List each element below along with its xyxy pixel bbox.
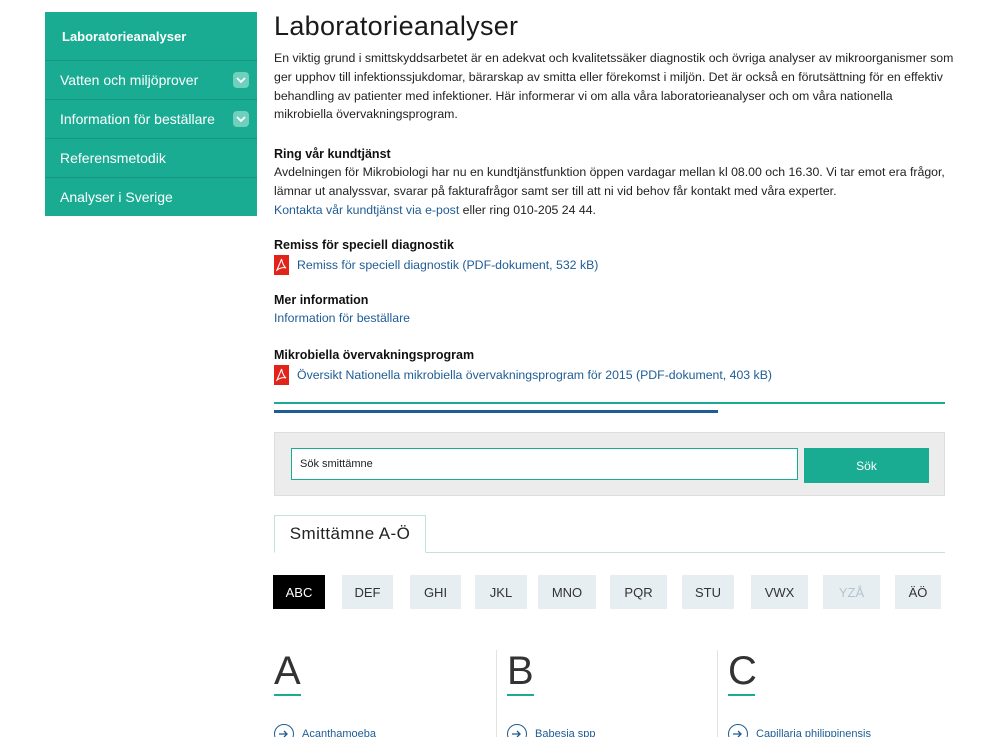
letter-filter-mno[interactable]: MNO — [538, 575, 596, 609]
contact-phone-text: eller ring 010-205 24 44. — [459, 202, 596, 217]
list-item[interactable]: Babesia spp — [507, 724, 596, 737]
letter-filter-jkl[interactable]: JKL — [475, 575, 527, 609]
letter-filter-yza[interactable]: YZÅ — [823, 575, 880, 609]
sidebar-item-label: Vatten och miljöprover — [60, 72, 199, 88]
arrow-right-icon — [274, 724, 294, 737]
sidebar-item-label: Laboratorieanalyser — [62, 28, 187, 44]
letter-filter: ABC DEF GHI JKL MNO PQR STU VWX YZÅ ÄÖ — [273, 575, 945, 609]
column-letter: A — [274, 649, 301, 693]
customer-service-body: Avdelningen för Mikrobiologi har nu en k… — [274, 165, 945, 198]
sidebar-nav: Laboratorieanalyser Vatten och miljöprov… — [45, 12, 257, 216]
arrow-right-icon — [507, 724, 527, 737]
more-info-heading: Mer information — [274, 292, 369, 307]
contact-email-link[interactable]: Kontakta vår kundtjänst via e-post — [274, 203, 459, 217]
letter-underline — [507, 694, 534, 696]
customer-service-contact: Kontakta vår kundtjänst via e-post eller… — [274, 201, 954, 220]
search-panel: Sök — [274, 432, 945, 496]
section-divider-accent — [274, 410, 718, 413]
sidebar-item-vatten-och-miljoprover[interactable]: Vatten och miljöprover — [45, 60, 257, 99]
letter-underline — [274, 694, 301, 696]
letter-filter-def[interactable]: DEF — [342, 575, 393, 609]
sidebar-item-laboratorieanalyser[interactable]: Laboratorieanalyser — [45, 12, 257, 60]
column-divider — [717, 650, 718, 737]
letter-filter-vwx[interactable]: VWX — [751, 575, 808, 609]
list-item-label: Babesia spp — [535, 728, 596, 737]
sidebar-item-referensmetodik[interactable]: Referensmetodik — [45, 138, 257, 177]
pdf-icon — [274, 254, 289, 275]
tab-smittamne-a-o[interactable]: Smittämne A-Ö — [274, 515, 426, 553]
chevron-down-icon[interactable] — [233, 72, 249, 88]
letter-filter-ghi[interactable]: GHI — [410, 575, 461, 609]
letter-column-c: C Capillaria philippinensis — [728, 648, 938, 737]
main-content: Laboratorieanalyser En viktig grund i sm… — [274, 10, 953, 386]
column-divider — [496, 650, 497, 737]
sidebar-item-label: Referensmetodik — [60, 150, 166, 166]
sidebar-item-label: Analyser i Sverige — [60, 189, 173, 205]
tab-bar: Smittämne A-Ö — [274, 515, 945, 553]
monitoring-heading: Mikrobiella övervakningsprogram — [274, 347, 475, 362]
monitoring-pdf-link[interactable]: Översikt Nationella mikrobiella övervakn… — [297, 368, 772, 382]
list-item-label: Capillaria philippinensis — [756, 728, 871, 737]
intro-text: En viktig grund i smittskyddsarbetet är … — [274, 51, 954, 122]
remiss-section: Remiss för speciell diagnostik Remiss fö… — [274, 236, 945, 276]
letter-underline — [728, 694, 755, 696]
remiss-pdf-row: Remiss för speciell diagnostik (PDF-doku… — [274, 254, 945, 276]
sidebar-item-information-for-bestallare[interactable]: Information för beställare — [45, 99, 257, 138]
section-divider — [274, 402, 945, 404]
letter-column-a: A Acanthamoeba — [274, 648, 484, 737]
page-title: Laboratorieanalyser — [274, 11, 519, 41]
letter-filter-pqr[interactable]: PQR — [610, 575, 667, 609]
arrow-right-icon — [728, 724, 748, 737]
customer-service-section: Ring vår kundtjänst Avdelningen för Mikr… — [274, 145, 945, 219]
column-letter: B — [507, 649, 534, 693]
search-input[interactable] — [291, 448, 798, 480]
list-item[interactable]: Capillaria philippinensis — [728, 724, 871, 737]
monitoring-pdf-row: Översikt Nationella mikrobiella övervakn… — [274, 364, 945, 386]
remiss-heading: Remiss för speciell diagnostik — [274, 237, 454, 252]
letter-filter-abc[interactable]: ABC — [273, 575, 325, 609]
sidebar-item-label: Information för beställare — [60, 111, 215, 127]
list-item[interactable]: Acanthamoeba — [274, 724, 376, 737]
chevron-down-icon[interactable] — [233, 111, 249, 127]
column-letter: C — [728, 649, 757, 693]
remiss-pdf-link[interactable]: Remiss för speciell diagnostik (PDF-doku… — [297, 258, 598, 272]
sidebar-item-analyser-i-sverige[interactable]: Analyser i Sverige — [45, 177, 257, 216]
search-button[interactable]: Sök — [804, 448, 929, 483]
letter-filter-ao[interactable]: ÄÖ — [895, 575, 941, 609]
monitoring-section: Mikrobiella övervakningsprogram Översikt… — [274, 346, 945, 386]
pdf-icon — [274, 364, 289, 385]
info-bestallare-link[interactable]: Information för beställare — [274, 311, 410, 325]
letter-column-b: B Babesia spp — [507, 648, 717, 737]
more-info-section: Mer information Information för beställa… — [274, 291, 945, 327]
letter-filter-stu[interactable]: STU — [682, 575, 734, 609]
customer-service-heading: Ring vår kundtjänst — [274, 147, 391, 162]
list-item-label: Acanthamoeba — [302, 728, 376, 737]
